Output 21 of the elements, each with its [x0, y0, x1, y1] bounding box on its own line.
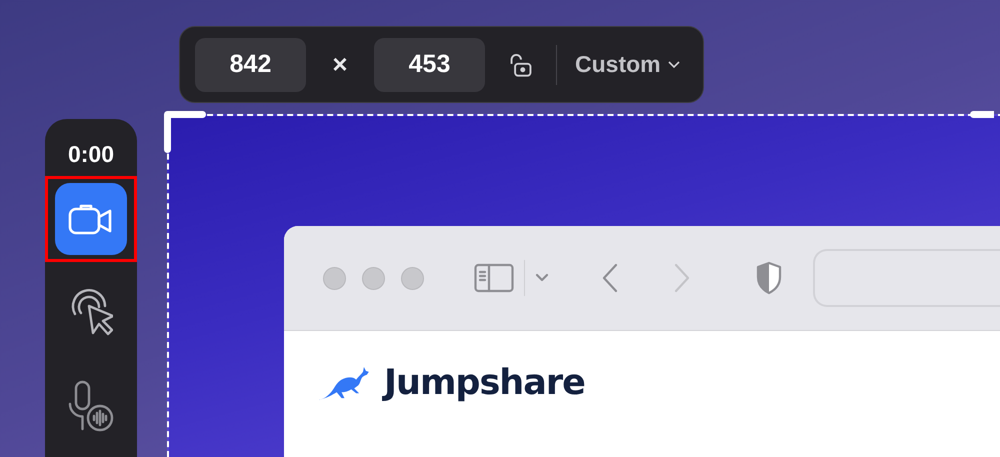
camera-tool-button[interactable]: [55, 182, 127, 255]
back-icon[interactable]: [601, 263, 619, 293]
forward-icon[interactable]: [673, 263, 691, 293]
corner-handle[interactable]: [164, 111, 206, 153]
corner-handle[interactable]: [970, 111, 994, 118]
chevron-down-icon: [666, 60, 681, 70]
window-zoom-button[interactable]: [401, 266, 424, 290]
window-minimize-button[interactable]: [362, 266, 385, 290]
shield-icon[interactable]: [755, 261, 783, 295]
chevron-down-icon[interactable]: [535, 273, 549, 283]
times-sign: ×: [331, 49, 349, 80]
preset-dropdown[interactable]: Custom: [575, 51, 681, 78]
window-close-button[interactable]: [323, 266, 346, 290]
jumpshare-logo-text: Jumpshare: [384, 363, 585, 403]
sidebar-icon[interactable]: [474, 263, 514, 293]
kangaroo-logo-icon: [317, 364, 370, 402]
height-field[interactable]: 453: [374, 38, 485, 92]
recording-timer: 0:00: [68, 141, 114, 168]
width-field[interactable]: 842: [195, 38, 306, 92]
microphone-icon: [66, 379, 116, 434]
lock-icon[interactable]: [508, 52, 534, 76]
